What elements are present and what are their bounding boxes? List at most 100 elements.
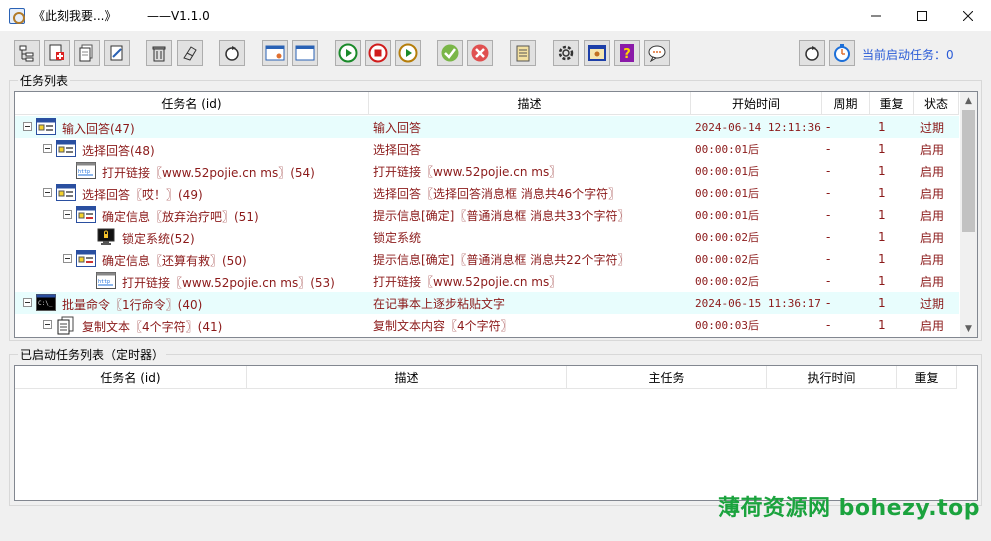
- play-next-icon: [398, 43, 418, 63]
- task-repeat-cell: 1: [878, 318, 886, 332]
- start-button[interactable]: [335, 40, 361, 66]
- minimize-icon: [871, 15, 881, 16]
- start-next-button[interactable]: [395, 40, 421, 66]
- task-tree-list[interactable]: 任务名 (id) 描述 开始时间 周期 重复 状态 输入回答(47) 输入回答 2024-06…: [14, 91, 978, 338]
- task-desc-cell: 提示信息[确定]〖普通消息框 消息共22个字符〗: [373, 252, 630, 267]
- task-row[interactable]: http 打开链接〖www.52pojie.cn ms〗(54) 打开链接〖www.…: [15, 160, 959, 182]
- task-row[interactable]: 选择回答(48) 选择回答 00:00:01后 - 1 启用: [15, 138, 959, 160]
- running-tasks-count: 当前启动任务：0: [862, 48, 954, 62]
- task-row[interactable]: http 打开链接〖www.52pojie.cn ms〗(53) 打开链接〖www.…: [15, 270, 959, 292]
- task-name-label: 选择回答(48): [82, 144, 155, 158]
- timer-column-header[interactable]: 描述: [247, 366, 567, 389]
- task-list-title: 任务列表: [18, 72, 71, 89]
- task-period-cell: -: [826, 230, 831, 244]
- help-button[interactable]: ?: [614, 40, 640, 66]
- scroll-up-icon[interactable]: ▲: [960, 92, 977, 109]
- task-status-cell: 过期: [920, 120, 945, 135]
- notepad-button[interactable]: [510, 40, 536, 66]
- task-name-cell: 锁定系统(52): [15, 226, 369, 248]
- window-title: 《此刻我要...》 ——V1.1.0: [33, 9, 210, 23]
- timer-list[interactable]: 任务名 (id) 描述 主任务 执行时间 重复: [14, 365, 978, 501]
- chat-icon: [648, 45, 666, 62]
- enable-button[interactable]: [437, 40, 463, 66]
- delete-icon: [152, 46, 166, 62]
- task-row[interactable]: C:\_ 批量命令〖1行命令〗(40) 在记事本上逐步粘贴文字 2024-06-15 …: [15, 292, 959, 314]
- minimize-button[interactable]: [853, 0, 899, 31]
- task-repeat-cell: 1: [878, 120, 886, 134]
- clear-button[interactable]: [177, 40, 203, 66]
- collapse-toggle-icon[interactable]: [63, 254, 72, 263]
- task-row[interactable]: 确定信息〖放弃治疗吧〗(51) 提示信息[确定]〖普通消息框 消息共33个字符〗 0…: [15, 204, 959, 226]
- task-desc-cell: 复制文本内容〖4个字符〗: [373, 318, 513, 333]
- task-name-label: 复制文本〖4个字符〗(41): [82, 320, 223, 334]
- collapse-toggle-icon[interactable]: [23, 122, 32, 131]
- task-repeat-cell: 1: [878, 296, 886, 310]
- task-row[interactable]: 锁定系统(52) 锁定系统 00:00:02后 - 1 启用: [15, 226, 959, 248]
- window-small-icon: [265, 45, 285, 61]
- edit-task-button[interactable]: [104, 40, 130, 66]
- task-name-label: 批量命令〖1行命令〗(40): [62, 298, 203, 312]
- task-row[interactable]: 复制文本〖4个字符〗(41) 复制文本内容〖4个字符〗 00:00:03后 - 1 启用: [15, 314, 959, 336]
- task-name-label: 选择回答〖哎！〗(49): [82, 188, 203, 202]
- task-desc-cell: 锁定系统: [373, 230, 422, 245]
- task-status-cell: 启用: [920, 208, 945, 223]
- chat-button[interactable]: [644, 40, 670, 66]
- collapse-toggle-icon[interactable]: [23, 298, 32, 307]
- task-column-header[interactable]: 状态: [914, 92, 959, 115]
- task-period-cell: -: [826, 164, 831, 178]
- task-time-cell: 00:00:02后: [695, 231, 759, 244]
- task-row[interactable]: 确定信息〖还算有救〗(50) 提示信息[确定]〖普通消息框 消息共22个字符〗 00…: [15, 248, 959, 270]
- timer-list-title: 已启动任务列表（定时器）: [18, 346, 167, 363]
- window-button[interactable]: [292, 40, 318, 66]
- timer-column-header[interactable]: 执行时间: [767, 366, 897, 389]
- task-status-cell: 启用: [920, 274, 945, 289]
- timer-column-header[interactable]: 重复: [897, 366, 957, 389]
- task-column-header[interactable]: 任务名 (id): [15, 92, 369, 115]
- task-name-cell: 输入回答(47): [15, 116, 369, 138]
- stop-icon: [368, 43, 388, 63]
- refresh-button[interactable]: [219, 40, 245, 66]
- maximize-button[interactable]: [899, 0, 945, 31]
- window-small-button[interactable]: [262, 40, 288, 66]
- task-name-label: 确定信息〖还算有救〗(50): [102, 254, 247, 268]
- stop-button[interactable]: [365, 40, 391, 66]
- collapse-toggle-icon[interactable]: [43, 320, 52, 329]
- scroll-thumb[interactable]: [962, 110, 975, 232]
- add-task-button[interactable]: [44, 40, 70, 66]
- task-column-header[interactable]: 周期: [822, 92, 870, 115]
- timer-column-header[interactable]: 主任务: [567, 366, 767, 389]
- timer-button[interactable]: [829, 40, 855, 66]
- task-name-cell: 确定信息〖放弃治疗吧〗(51): [15, 204, 369, 226]
- screen-button[interactable]: [584, 40, 610, 66]
- settings-button[interactable]: [553, 40, 579, 66]
- help-icon: ?: [620, 44, 634, 62]
- copy-task-button[interactable]: [74, 40, 100, 66]
- task-column-header[interactable]: 重复: [870, 92, 914, 115]
- task-time-cell: 2024-06-14 12:11:36: [695, 120, 821, 134]
- collapse-toggle-icon[interactable]: [63, 210, 72, 219]
- task-period-cell: -: [826, 318, 831, 332]
- close-button[interactable]: [945, 0, 991, 31]
- task-status-cell: 启用: [920, 230, 945, 245]
- task-desc-cell: 打开链接〖www.52pojie.cn ms〗: [373, 164, 562, 179]
- dialog-icon: [36, 118, 56, 135]
- delete-button[interactable]: [146, 40, 172, 66]
- task-row[interactable]: 输入回答(47) 输入回答 2024-06-14 12:11:36- 1 过期: [15, 116, 959, 138]
- collapse-toggle-icon[interactable]: [43, 144, 52, 153]
- close-icon: [963, 10, 973, 21]
- disable-button[interactable]: [467, 40, 493, 66]
- reload-button[interactable]: [799, 40, 825, 66]
- task-desc-cell: 选择回答〖选择回答消息框 消息共46个字符〗: [373, 186, 621, 201]
- task-column-header[interactable]: 描述: [369, 92, 691, 115]
- task-time-cell: 00:00:02后: [695, 253, 759, 266]
- scroll-down-icon[interactable]: ▼: [960, 320, 977, 337]
- timer-column-header[interactable]: 任务名 (id): [15, 366, 247, 389]
- tree-view-button[interactable]: [14, 40, 40, 66]
- task-list-scrollbar[interactable]: ▲ ▼: [960, 92, 977, 337]
- task-status-cell: 启用: [920, 186, 945, 201]
- collapse-toggle-icon[interactable]: [43, 188, 52, 197]
- task-name-cell: http 打开链接〖www.52pojie.cn ms〗(53): [15, 270, 369, 292]
- task-row[interactable]: 选择回答〖哎！〗(49) 选择回答〖选择回答消息框 消息共46个字符〗 00:00:…: [15, 182, 959, 204]
- task-repeat-cell: 1: [878, 186, 886, 200]
- task-column-header[interactable]: 开始时间: [691, 92, 822, 115]
